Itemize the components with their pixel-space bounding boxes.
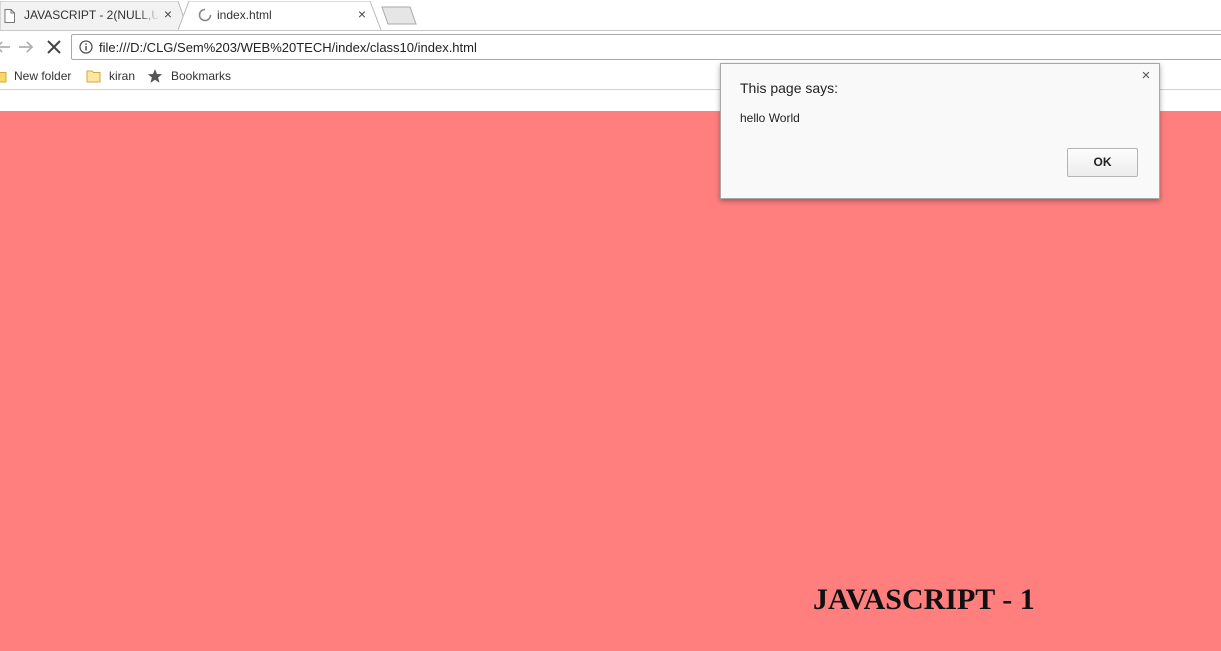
tab-index-html[interactable]: index.html × — [178, 1, 384, 30]
site-info-icon[interactable] — [79, 40, 93, 54]
back-button-icon[interactable] — [0, 38, 12, 56]
forward-button-icon[interactable] — [17, 38, 35, 56]
address-bar[interactable]: file:///D:/CLG/Sem%203/WEB%20TECH/index/… — [71, 34, 1221, 60]
tab-title: index.html — [217, 8, 272, 22]
folder-icon — [0, 72, 7, 83]
loading-spinner-icon — [198, 8, 212, 22]
tab-javascript-2[interactable]: JAVASCRIPT - 2(NULL,UN × — [0, 1, 190, 30]
page-heading: JAVASCRIPT - 1 — [813, 583, 1035, 616]
ok-button[interactable]: OK — [1067, 148, 1138, 177]
tab-title-fade — [138, 5, 160, 25]
dialog-message: hello World — [740, 111, 800, 125]
bookmark-label: New folder — [14, 69, 72, 83]
tab-strip: JAVASCRIPT - 2(NULL,UN × index.html × — [0, 0, 1221, 30]
browser-toolbar: file:///D:/CLG/Sem%203/WEB%20TECH/index/… — [0, 30, 1221, 63]
bookmark-label: kiran — [109, 69, 136, 83]
dialog-title: This page says: — [740, 80, 839, 96]
bookmark-kiran[interactable]: kiran — [86, 68, 146, 84]
bookmark-label: Bookmarks — [171, 69, 232, 83]
tab-close-button[interactable]: × — [161, 7, 175, 21]
address-bar-url[interactable]: file:///D:/CLG/Sem%203/WEB%20TECH/index/… — [99, 40, 477, 55]
bookmark-bookmarks[interactable]: Bookmarks — [147, 68, 237, 84]
folder-icon — [86, 70, 101, 83]
alert-dialog: × This page says: hello World OK — [720, 63, 1160, 199]
dialog-close-button[interactable]: × — [1139, 68, 1153, 83]
new-tab-button[interactable] — [381, 6, 417, 25]
stop-loading-button-icon[interactable] — [45, 38, 63, 56]
tab-close-button[interactable]: × — [355, 7, 369, 21]
page-icon — [4, 9, 15, 23]
bookmark-new-folder[interactable]: New folder — [0, 68, 82, 84]
star-icon — [147, 69, 163, 83]
